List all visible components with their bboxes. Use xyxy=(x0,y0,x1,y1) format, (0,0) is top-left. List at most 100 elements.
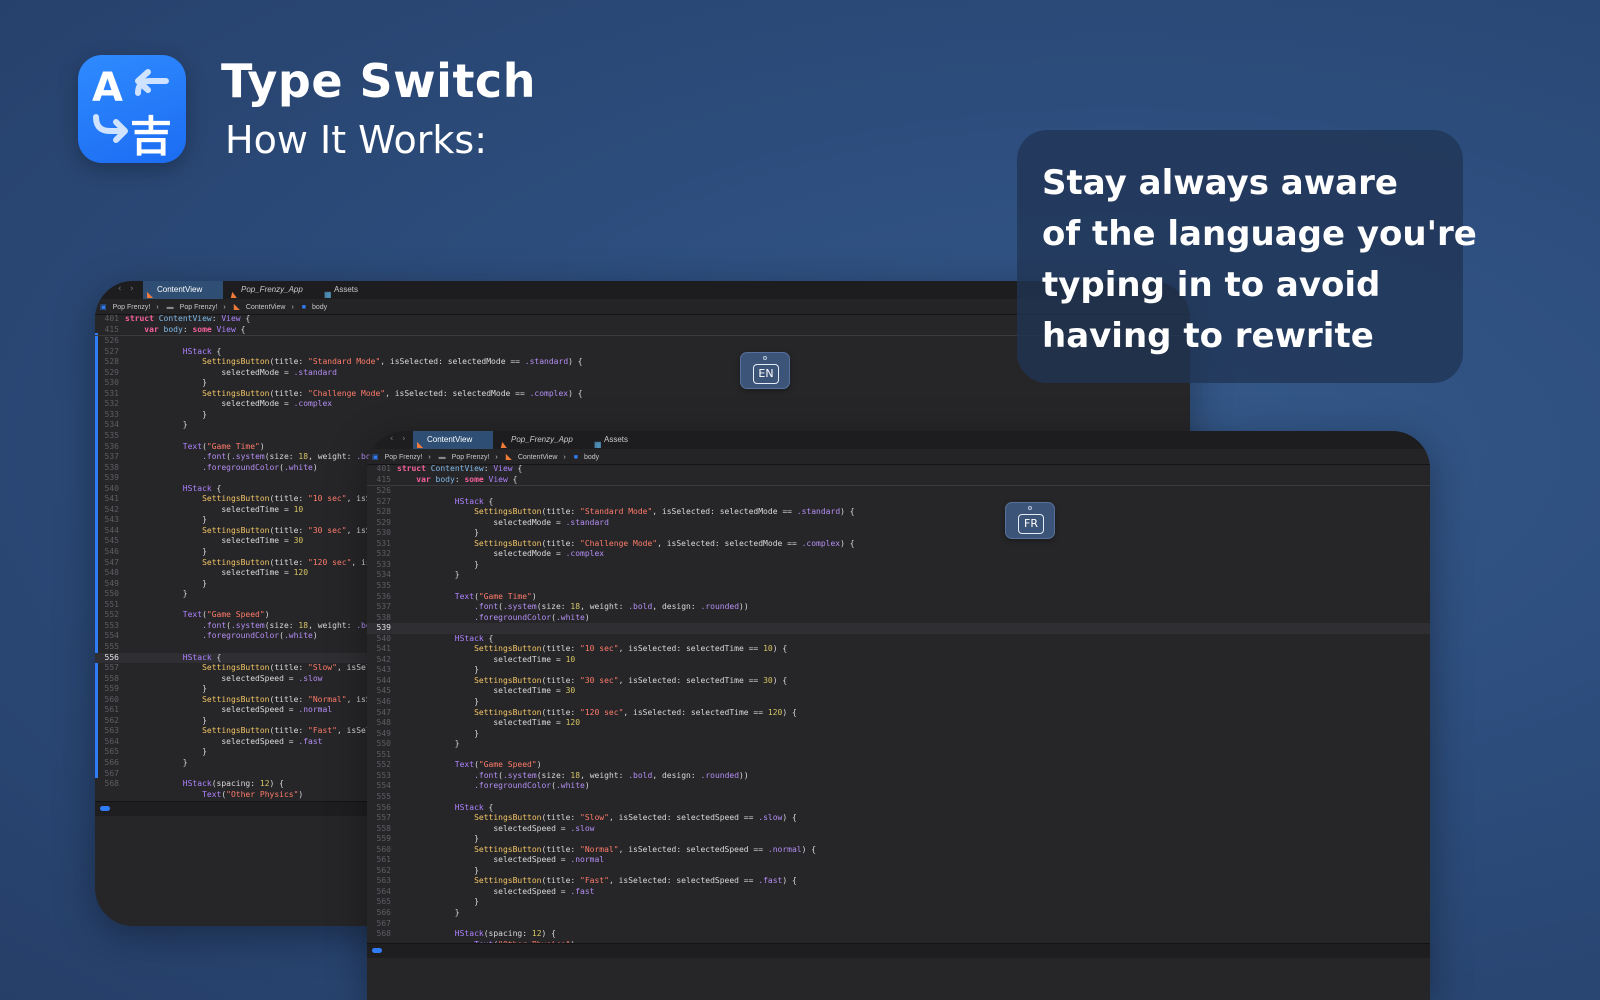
code-line[interactable]: 559 } xyxy=(367,834,1430,845)
breadcrumb-item[interactable]: Pop Frenzy! xyxy=(180,304,218,311)
code-text: } xyxy=(474,897,479,907)
code-line[interactable]: 565 } xyxy=(367,897,1430,908)
code-line[interactable]: 549 } xyxy=(367,729,1430,740)
code-line[interactable]: 534 } xyxy=(367,570,1430,581)
code-line[interactable]: 537 .font(.system(size: 18, weight: .bol… xyxy=(367,602,1430,613)
code-line[interactable]: 548 selectedTime = 120 xyxy=(367,718,1430,729)
code-line[interactable]: 536 Text("Game Time") xyxy=(367,592,1430,603)
code-line[interactable]: 542 selectedTime = 10 xyxy=(367,655,1430,666)
line-number: 567 xyxy=(376,918,391,928)
breadcrumb-item[interactable]: ContentView xyxy=(246,304,286,311)
code-line[interactable]: 531 SettingsButton(title: "Challenge Mod… xyxy=(95,389,1190,400)
code-line[interactable]: 532 selectedMode = .complex xyxy=(367,549,1430,560)
line-number: 532 xyxy=(376,549,391,559)
breadcrumb-item[interactable]: Pop Frenzy! xyxy=(113,304,151,311)
code-line[interactable]: 527 HStack { xyxy=(367,497,1430,508)
code-text: struct ContentView: View { xyxy=(397,464,523,473)
back-nav-icon[interactable]: ‹ xyxy=(117,284,122,294)
code-line[interactable]: 526 xyxy=(367,486,1430,497)
line-number: 527 xyxy=(376,496,391,506)
line-number: 543 xyxy=(376,665,391,675)
code-line[interactable]: 561 selectedSpeed = .normal xyxy=(367,855,1430,866)
tab-assets[interactable]: ▦ Assets xyxy=(590,431,650,449)
code-line[interactable]: 539 xyxy=(367,623,1430,634)
code-line[interactable]: 538 .foregroundColor(.white) xyxy=(367,613,1430,624)
swift-icon: ◣ xyxy=(231,290,238,299)
code-line[interactable]: 551 xyxy=(367,750,1430,761)
badge-dot xyxy=(763,356,767,360)
code-line[interactable]: 530 } xyxy=(95,378,1190,389)
line-number: 564 xyxy=(104,736,119,746)
code-text: selectedTime = 120 xyxy=(221,568,309,578)
code-line[interactable]: 532 selectedMode = .complex xyxy=(95,399,1190,410)
line-number: 549 xyxy=(376,728,391,738)
code-line[interactable]: 546 } xyxy=(367,697,1430,708)
property-icon: ■ xyxy=(573,454,578,461)
code-line[interactable]: 567 xyxy=(367,919,1430,930)
line-number: 551 xyxy=(376,749,391,759)
code-line[interactable]: 564 selectedSpeed = .fast xyxy=(367,887,1430,898)
line-number: 550 xyxy=(104,589,119,599)
code-line[interactable]: 540 HStack { xyxy=(367,634,1430,645)
tab-contentview[interactable]: ◣ ContentView xyxy=(143,281,223,299)
code-text: Text("Game Time") xyxy=(182,441,265,451)
code-line[interactable]: 528 SettingsButton(title: "Standard Mode… xyxy=(367,507,1430,518)
forward-nav-icon[interactable]: › xyxy=(401,434,406,444)
code-line[interactable]: 558 selectedSpeed = .slow xyxy=(367,824,1430,835)
code-text: HStack { xyxy=(182,346,222,356)
code-line[interactable]: 531 SettingsButton(title: "Challenge Mod… xyxy=(367,539,1430,550)
status-indicator xyxy=(100,806,110,811)
tab-assets[interactable]: ▦ Assets xyxy=(320,281,380,299)
breadcrumb-item[interactable]: body xyxy=(584,454,599,461)
tab-pop-frenzy-app[interactable]: ◣ Pop_Frenzy_App xyxy=(497,431,587,449)
breadcrumb-item[interactable]: ContentView xyxy=(518,454,558,461)
callout-line: Stay always aware xyxy=(1042,163,1398,203)
code-line[interactable]: 547 SettingsButton(title: "120 sec", isS… xyxy=(367,708,1430,719)
code-line[interactable]: 554 .foregroundColor(.white) xyxy=(367,781,1430,792)
line-number: 547 xyxy=(104,557,119,567)
breadcrumb-item[interactable]: Pop Frenzy! xyxy=(452,454,490,461)
line-number: 566 xyxy=(104,757,119,767)
code-line[interactable]: 533 } xyxy=(367,560,1430,571)
line-number: 545 xyxy=(376,686,391,696)
code-text: SettingsButton(title: "Fast", isSelected… xyxy=(474,876,797,886)
breadcrumb-item[interactable]: Pop Frenzy! xyxy=(385,454,423,461)
line-number: 528 xyxy=(104,357,119,367)
tab-contentview[interactable]: ◣ ContentView xyxy=(413,431,493,449)
code-line[interactable]: 529 selectedMode = .standard xyxy=(367,518,1430,529)
code-text: .foregroundColor(.white) xyxy=(202,462,318,472)
code-line[interactable]: 568 HStack(spacing: 12) { xyxy=(367,929,1430,940)
code-line[interactable]: 535 xyxy=(367,581,1430,592)
code-line[interactable]: 533 } xyxy=(95,410,1190,421)
code-text: selectedSpeed = .slow xyxy=(493,823,595,833)
code-line[interactable]: 563 SettingsButton(title: "Fast", isSele… xyxy=(367,876,1430,887)
tab-pop-frenzy-app[interactable]: ◣ Pop_Frenzy_App xyxy=(227,281,317,299)
code-line[interactable]: 560 SettingsButton(title: "Normal", isSe… xyxy=(367,845,1430,856)
code-line[interactable]: 545 selectedTime = 30 xyxy=(367,686,1430,697)
code-line[interactable]: 544 SettingsButton(title: "30 sec", isSe… xyxy=(367,676,1430,687)
back-nav-icon[interactable]: ‹ xyxy=(389,434,394,444)
code-line[interactable]: 550 } xyxy=(367,739,1430,750)
code-line[interactable]: 530 } xyxy=(367,528,1430,539)
line-number: 536 xyxy=(104,441,119,451)
code-line[interactable]: 415 var body: some View { xyxy=(367,475,1430,487)
code-text: } xyxy=(454,907,460,917)
code-area[interactable]: 401 struct ContentView: View {415 var bod… xyxy=(367,464,1430,950)
code-line[interactable]: 553 .font(.system(size: 18, weight: .bol… xyxy=(367,771,1430,782)
code-line[interactable]: 534 } xyxy=(95,420,1190,431)
breadcrumb-item[interactable]: body xyxy=(312,304,327,311)
code-line[interactable]: 556 HStack { xyxy=(367,803,1430,814)
code-text: HStack { xyxy=(182,652,222,662)
forward-nav-icon[interactable]: › xyxy=(129,284,134,294)
code-line[interactable]: 543 } xyxy=(367,665,1430,676)
code-line[interactable]: 566 } xyxy=(367,908,1430,919)
code-line[interactable]: 557 SettingsButton(title: "Slow", isSele… xyxy=(367,813,1430,824)
code-line[interactable]: 541 SettingsButton(title: "10 sec", isSe… xyxy=(367,644,1430,655)
code-line[interactable]: 552 Text("Game Speed") xyxy=(367,760,1430,771)
code-line[interactable]: 555 xyxy=(367,792,1430,803)
code-line[interactable]: 562 } xyxy=(367,866,1430,877)
code-line[interactable]: 401 struct ContentView: View { xyxy=(367,464,1430,475)
line-number: 415 xyxy=(104,324,119,334)
line-number: 561 xyxy=(376,855,391,865)
code-text: SettingsButton(title: "Normal", isSelect… xyxy=(474,844,817,854)
